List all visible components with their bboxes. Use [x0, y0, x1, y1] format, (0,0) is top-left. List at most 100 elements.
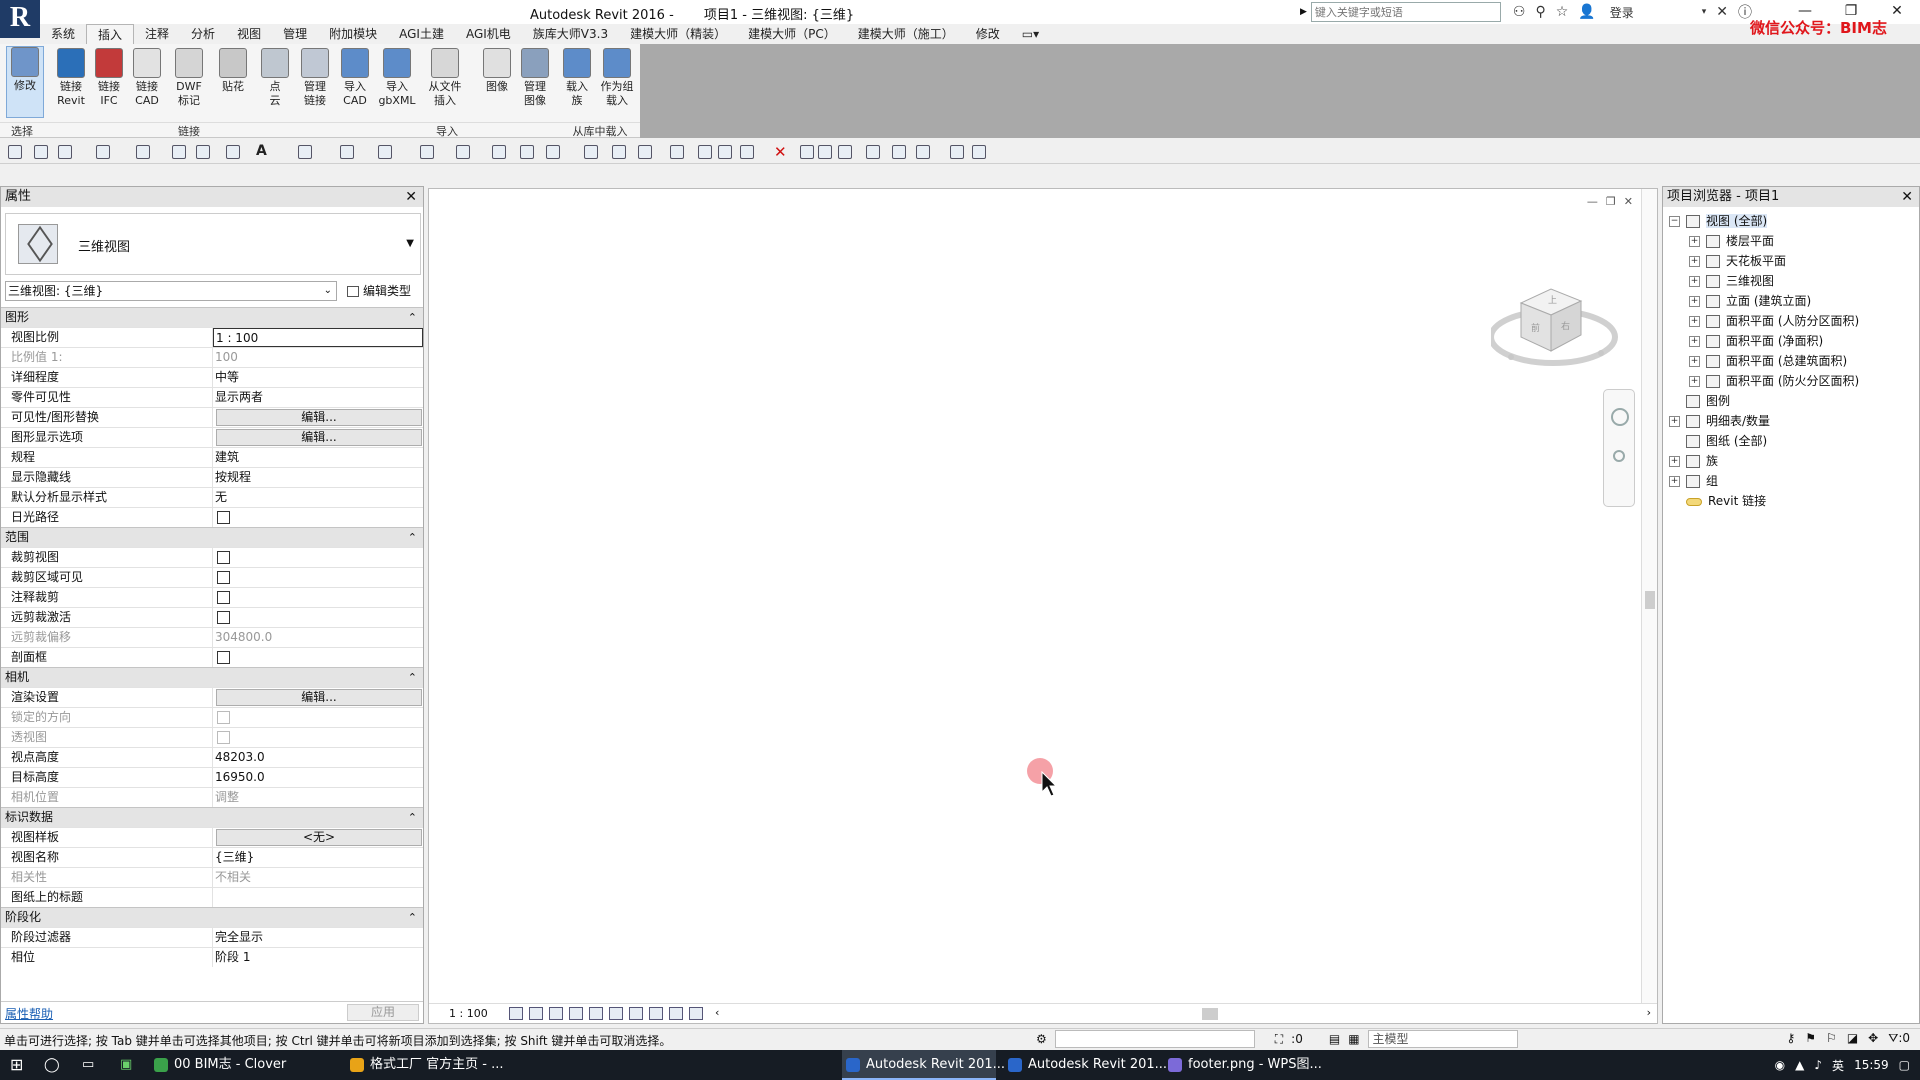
undo-icon[interactable]: [58, 145, 72, 159]
ribbon-button-2[interactable]: 链接 IFC: [90, 48, 128, 108]
expand-toggle-icon[interactable]: +: [1689, 356, 1700, 367]
scale-icon[interactable]: [838, 145, 852, 159]
rotate-icon[interactable]: [546, 145, 560, 159]
detail-level-icon[interactable]: [509, 1007, 523, 1020]
taskbar-app-button[interactable]: 格式工厂 官方主页 - ...: [346, 1050, 506, 1080]
customize-icon[interactable]: [972, 145, 986, 159]
sun-path-icon[interactable]: [549, 1007, 563, 1020]
workset-dropdown[interactable]: [1054, 1030, 1255, 1048]
render-icon[interactable]: [589, 1007, 603, 1020]
move-icon[interactable]: [520, 145, 534, 159]
ribbon-button-12[interactable]: 管理 图像: [516, 48, 554, 108]
print-icon[interactable]: [136, 145, 150, 159]
editing-requests-icon[interactable]: ▦: [1348, 1032, 1359, 1046]
collapse-chevron-icon[interactable]: ⌃: [408, 308, 417, 327]
property-checkbox[interactable]: [217, 651, 230, 664]
property-value[interactable]: 阶段 1: [213, 948, 423, 967]
help-search-input[interactable]: [1310, 2, 1501, 22]
pinned-app-icon[interactable]: ▣: [120, 1054, 132, 1076]
taskbar-app-button[interactable]: 00 BIM志 - Clover: [150, 1050, 320, 1080]
3d-view-canvas[interactable]: — ❐ ✕ 上 前 右 1 : 100 ‹ ›: [428, 188, 1658, 1024]
property-checkbox[interactable]: [217, 591, 230, 604]
property-section-header[interactable]: 图形 ⌃: [1, 307, 423, 327]
property-checkbox[interactable]: [217, 511, 230, 524]
ribbon-button-8[interactable]: 导入 CAD: [336, 48, 374, 108]
vertical-scroll-thumb[interactable]: [1645, 591, 1655, 609]
subscription-icon[interactable]: ⚲: [1535, 4, 1545, 20]
array-icon[interactable]: [612, 145, 626, 159]
property-value[interactable]: 完全显示: [213, 928, 423, 947]
tree-node[interactable]: Revit 链接: [1669, 491, 1859, 511]
tree-node[interactable]: + 天花板平面: [1669, 251, 1859, 271]
join-icon[interactable]: [892, 145, 906, 159]
chevron-down-icon[interactable]: ⌄: [324, 282, 332, 300]
tree-node[interactable]: + 族: [1669, 451, 1859, 471]
ribbon-tab-6[interactable]: 附加模块: [318, 24, 388, 44]
ribbon-tab-5[interactable]: 管理: [272, 24, 318, 44]
property-value[interactable]: 48203.0: [213, 748, 423, 767]
property-value[interactable]: 中等: [213, 368, 423, 387]
expand-toggle-icon[interactable]: +: [1689, 376, 1700, 387]
expand-toggle-icon[interactable]: +: [1689, 316, 1700, 327]
ribbon-button-1[interactable]: 链接 Revit: [52, 48, 90, 108]
redo-icon[interactable]: [96, 145, 110, 159]
property-checkbox[interactable]: [217, 551, 230, 564]
property-value[interactable]: 按规程: [213, 468, 423, 487]
ime-indicator[interactable]: 英: [1832, 1057, 1844, 1074]
expand-toggle-icon[interactable]: +: [1689, 276, 1700, 287]
ribbon-tab-10[interactable]: 建模大师（精装）: [619, 24, 737, 44]
tree-node[interactable]: + 面积平面 (总建筑面积): [1669, 351, 1859, 371]
view-scale-label[interactable]: 1 : 100: [449, 1007, 488, 1020]
type-dropdown-icon[interactable]: ▼: [406, 238, 414, 249]
pin-icon[interactable]: [800, 145, 814, 159]
expand-toggle-icon[interactable]: +: [1669, 456, 1680, 467]
login-dropdown-icon[interactable]: ▾: [1702, 7, 1707, 17]
view-restore-icon[interactable]: ❐: [1606, 195, 1616, 208]
horizontal-scroll-thumb[interactable]: [1202, 1008, 1218, 1020]
collapse-chevron-icon[interactable]: ⌃: [408, 908, 417, 927]
text-icon[interactable]: A: [256, 143, 267, 159]
ribbon-button-14[interactable]: 作为组 载入: [598, 48, 636, 108]
expand-toggle-icon[interactable]: −: [1669, 216, 1680, 227]
design-options-icon[interactable]: ▤: [1329, 1032, 1340, 1046]
align-icon[interactable]: [638, 145, 652, 159]
tree-node[interactable]: + 立面 (建筑立面): [1669, 291, 1859, 311]
property-value[interactable]: 无: [213, 488, 423, 507]
select-pinned-icon[interactable]: ⚐: [1826, 1031, 1837, 1046]
ribbon-tab-4[interactable]: 视图: [226, 24, 272, 44]
notification-icon[interactable]: ▢: [1899, 1058, 1910, 1072]
tree-node[interactable]: + 明细表/数量: [1669, 411, 1859, 431]
search-expand-icon[interactable]: ▶: [1300, 7, 1307, 17]
property-edit-button[interactable]: 编辑...: [216, 409, 422, 426]
ribbon-tab-2[interactable]: 注释: [134, 24, 180, 44]
tray-wechat-icon[interactable]: ◉: [1775, 1058, 1785, 1072]
close-hidden-icon[interactable]: [420, 145, 434, 159]
collapse-chevron-icon[interactable]: ⌃: [408, 668, 417, 687]
property-section-header[interactable]: 标识数据 ⌃: [1, 807, 423, 827]
property-edit-button[interactable]: <无>: [216, 829, 422, 846]
chevron-right-icon[interactable]: ›: [1647, 1006, 1651, 1019]
taskbar-app-button[interactable]: Autodesk Revit 201...: [1004, 1050, 1167, 1080]
property-value[interactable]: 1 : 100: [213, 328, 423, 347]
taskbar-app-button[interactable]: footer.png - WPS图...: [1164, 1050, 1334, 1080]
binoculars-icon[interactable]: ⚇: [1513, 4, 1526, 20]
cut-icon[interactable]: [916, 145, 930, 159]
save-icon[interactable]: [34, 145, 48, 159]
clock[interactable]: 15:59: [1854, 1058, 1889, 1072]
revit-app-logo[interactable]: R: [0, 0, 40, 38]
ribbon-button-3[interactable]: 链接 CAD: [128, 48, 166, 108]
user-icon[interactable]: 👤: [1578, 4, 1595, 20]
ribbon-tab-3[interactable]: 分析: [180, 24, 226, 44]
ribbon-button-4[interactable]: DWF 标记: [170, 48, 208, 108]
property-value[interactable]: {三维}: [213, 848, 423, 867]
property-edit-button[interactable]: 编辑...: [216, 429, 422, 446]
trim-icon[interactable]: [698, 145, 712, 159]
ribbon-tab-8[interactable]: AGI机电: [455, 24, 522, 44]
properties-help-link[interactable]: 属性帮助: [5, 1005, 53, 1022]
property-value[interactable]: 16950.0: [213, 768, 423, 787]
ribbon-tab-13[interactable]: 修改: [965, 24, 1011, 44]
select-links-icon[interactable]: ⚷: [1786, 1031, 1795, 1046]
tree-node[interactable]: 图纸 (全部): [1669, 431, 1859, 451]
type-selector[interactable]: 三维视图 ▼: [5, 213, 421, 275]
design-option-dropdown[interactable]: 主模型: [1367, 1030, 1518, 1048]
